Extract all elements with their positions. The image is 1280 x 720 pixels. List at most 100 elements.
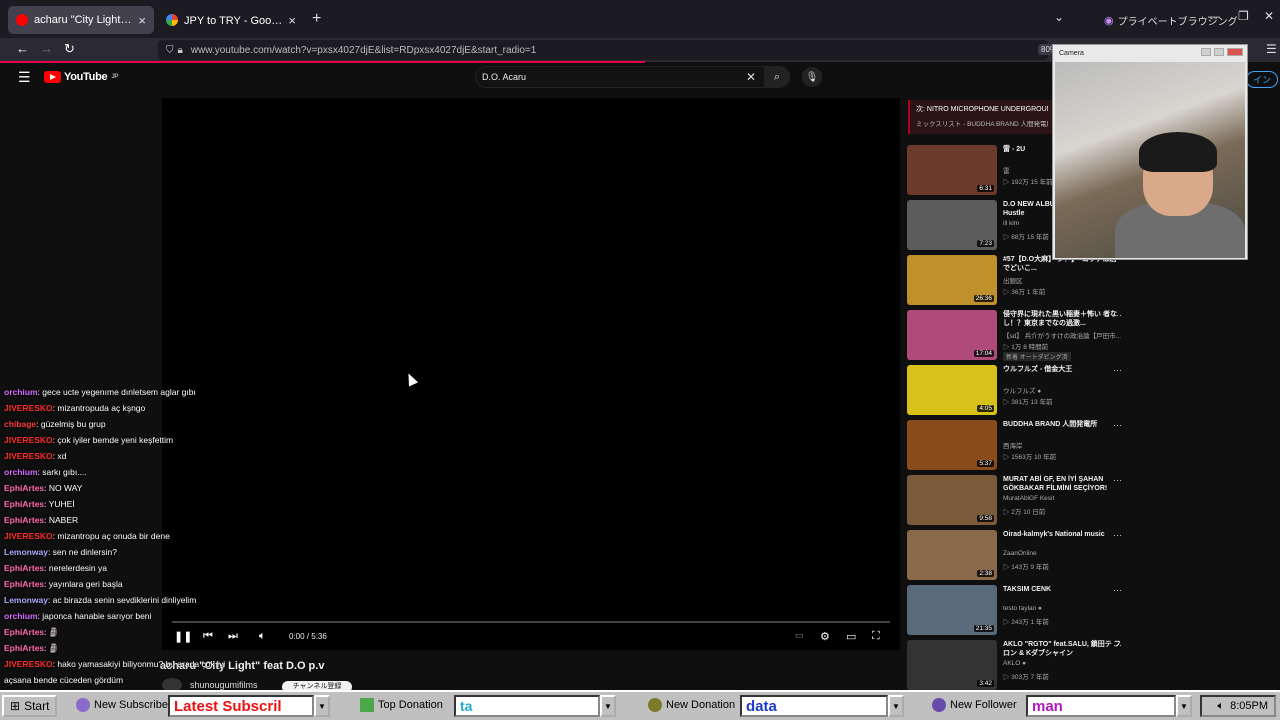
recommended-channel[interactable]: ill kim — [1003, 220, 1019, 227]
new-follower-label: New Follower — [950, 699, 1017, 711]
youtube-favicon-icon — [16, 14, 28, 26]
speaker-icon[interactable]: 🔈︎ — [1217, 700, 1224, 713]
chevron-down-icon: ▼ — [1180, 701, 1188, 711]
taskbar: ⊞ Start New Subscriber Latest Subscril ▼… — [0, 690, 1280, 720]
recommended-title[interactable]: 侵守界に現れた黒い稲妻＋怖い 者なし！？東京までなの過激... — [1003, 310, 1123, 328]
hamburger-menu-icon[interactable]: ☰ — [1266, 42, 1277, 56]
maximize-icon[interactable]: ❐ — [1238, 9, 1249, 23]
video-thumbnail[interactable]: 2:38 — [907, 530, 997, 580]
new-follower-item[interactable]: New Follower — [932, 698, 1017, 712]
window-close-icon[interactable]: ✕ — [1264, 9, 1274, 23]
recommended-video[interactable]: 3:42 AKLO "RGTO" feat.SALU, 鎖田テ フロン & Kダブ… — [907, 640, 1137, 690]
more-options-icon[interactable]: ⋯ — [1113, 585, 1122, 596]
recommended-meta: ▷ 1563万 10 年前 — [1003, 454, 1057, 461]
chat-text: : 🗿 — [44, 627, 60, 637]
new-donation-item[interactable]: New Donation — [648, 698, 735, 712]
lock-icon[interactable]: 🔒︎ — [178, 45, 183, 56]
fullscreen-icon[interactable]: ⛶ — [872, 630, 880, 643]
recommended-title[interactable]: BUDDHA BRAND 人間発電所 — [1003, 420, 1123, 429]
recommended-video[interactable]: 26:36#57【D.O大麻】 シ！】「コッチは店でどいこ...出銀区▷ 36万… — [907, 255, 1137, 305]
new-subscriber-item[interactable]: New Subscriber — [76, 698, 172, 712]
recommended-channel[interactable]: 西海岸 — [1003, 440, 1023, 450]
more-options-icon[interactable]: ⋯ — [1113, 640, 1122, 651]
recommended-title[interactable]: MURAT ABİ GF, EN İYİ ŞAHAN GÖKBAKAR FİLM… — [1003, 475, 1123, 493]
recommended-channel[interactable]: AKLO ● — [1003, 660, 1026, 667]
top-donation-dropdown[interactable]: ▼ — [600, 695, 616, 717]
sign-in-button[interactable]: イン — [1246, 71, 1279, 88]
new-subscriber-label: New Subscriber — [94, 699, 172, 711]
recommended-title[interactable]: ウルフルズ - 借金大王 — [1003, 365, 1123, 374]
video-thumbnail[interactable]: 3:42 — [907, 640, 997, 690]
close-tab-icon[interactable]: × — [138, 13, 146, 28]
video-thumbnail[interactable]: 21:35 — [907, 585, 997, 635]
video-duration: 9:58 — [977, 515, 994, 522]
video-thumbnail[interactable]: 26:36 — [907, 255, 997, 305]
camera-minimize-icon[interactable] — [1201, 48, 1211, 56]
close-tab-icon[interactable]: × — [288, 13, 296, 28]
camera-window[interactable]: Camera — [1052, 44, 1248, 260]
forward-arrow-icon[interactable]: → — [40, 41, 53, 56]
recommended-video[interactable]: 2:38 Oirad-kalmyk's National music ZaanOnl… — [907, 530, 1137, 580]
more-options-icon[interactable]: ⋯ — [1113, 365, 1122, 376]
recommended-channel[interactable]: MuratAbiGF Kesit — [1003, 495, 1054, 502]
recommended-title[interactable]: AKLO "RGTO" feat.SALU, 鎖田テ フロン & Kダブシャイン — [1003, 640, 1123, 658]
guide-menu-icon[interactable]: ☰ — [18, 69, 31, 86]
new-donation-field[interactable]: data — [740, 695, 888, 717]
recommended-channel[interactable]: ZaanOnline — [1003, 550, 1037, 557]
captions-icon[interactable]: ▭ — [795, 630, 804, 641]
youtube-logo[interactable]: YouTube JP — [44, 71, 118, 83]
search-input[interactable]: D.O. Acaru ✕ — [475, 66, 765, 88]
camera-close-icon[interactable] — [1227, 48, 1243, 56]
minimize-icon[interactable]: — — [1208, 9, 1220, 23]
system-tray: 🔈︎ 8:05PM — [1200, 695, 1276, 717]
recommended-channel[interactable]: 出銀区 — [1003, 275, 1023, 285]
shield-icon[interactable]: ⛉ — [166, 45, 174, 56]
recommended-video[interactable]: 17:04 侵守界に現れた黒い稲妻＋怖い 者なし！？東京までなの過激... 【sd】… — [907, 310, 1137, 361]
up-next-mix[interactable]: 次: NITRO MICROPHONE UNDERGROUND ミックスリスト … — [908, 100, 1054, 134]
recommended-video[interactable]: 9:58 MURAT ABİ GF, EN İYİ ŞAHAN GÖKBAKAR … — [907, 475, 1137, 525]
address-bar[interactable]: ⛉ 🔒︎ www.youtube.com/watch?v=pxsx4027djE… — [158, 40, 1048, 60]
recommended-title[interactable]: TAKSIM CENK — [1003, 585, 1123, 594]
search-button[interactable]: ⌕ — [764, 66, 790, 88]
list-tabs-icon[interactable]: ⌄ — [1054, 10, 1064, 24]
recommended-channel[interactable]: 雷 — [1003, 165, 1010, 175]
recommended-video[interactable]: 4:05 ウルフルズ - 借金大王 ウルフルズ ● ▷ 381万 13 年前 ⋯ — [907, 365, 1137, 415]
start-button[interactable]: ⊞ Start — [2, 695, 58, 717]
top-donation-item[interactable]: Top Donation — [360, 698, 443, 712]
voice-search-button[interactable]: 🎙︎ — [802, 67, 822, 87]
camera-maximize-icon[interactable] — [1214, 48, 1224, 56]
video-thumbnail[interactable]: 4:05 — [907, 365, 997, 415]
theater-mode-icon[interactable]: ▭ — [846, 630, 856, 643]
tab-google[interactable]: JPY to TRY - Google 検索 × — [158, 6, 304, 34]
video-thumbnail[interactable]: 17:04 — [907, 310, 997, 360]
more-options-icon[interactable]: ⋯ — [1113, 420, 1122, 431]
recommended-video[interactable]: 5:37 BUDDHA BRAND 人間発電所 西海岸 ▷ 1563万 10 年前 ⋯ — [907, 420, 1137, 470]
video-thumbnail[interactable]: 6:31 — [907, 145, 997, 195]
recommended-channel[interactable]: testo taylan ● — [1003, 605, 1042, 612]
more-options-icon[interactable]: ⋯ — [1113, 530, 1122, 541]
latest-subscriber-dropdown[interactable]: ▼ — [314, 695, 330, 717]
new-tab-icon[interactable]: + — [312, 10, 321, 28]
top-donation-field[interactable]: ta — [454, 695, 600, 717]
tab-youtube[interactable]: acharu "City Light" feat D.O × — [8, 6, 154, 34]
chat-text: : hako yamasakiyi biliyonmu? bu arada ço… — [52, 659, 226, 669]
more-options-icon[interactable]: ⋯ — [1113, 475, 1122, 486]
new-donation-dropdown[interactable]: ▼ — [888, 695, 904, 717]
new-follower-dropdown[interactable]: ▼ — [1176, 695, 1192, 717]
recommended-channel[interactable]: ウルフルズ ● — [1003, 385, 1041, 395]
more-options-icon[interactable]: ⋯ — [1113, 310, 1122, 321]
recommended-title[interactable]: Oirad-kalmyk's National music — [1003, 530, 1123, 539]
new-follower-field[interactable]: man — [1026, 695, 1176, 717]
back-arrow-icon[interactable]: ← — [16, 41, 29, 56]
reload-icon[interactable]: ↻ — [64, 41, 75, 57]
clear-search-icon[interactable]: ✕ — [746, 70, 756, 84]
tab-title: acharu "City Light" feat D.O — [34, 14, 132, 26]
recommended-channel[interactable]: 【sd】 兵介がうすけの政治論【戸田市... — [1003, 330, 1121, 340]
video-thumbnail[interactable]: 9:58 — [907, 475, 997, 525]
video-thumbnail[interactable]: 5:37 — [907, 420, 997, 470]
settings-gear-icon[interactable]: ⚙ — [820, 630, 830, 643]
video-thumbnail[interactable]: 7:23 — [907, 200, 997, 250]
latest-subscriber-field[interactable]: Latest Subscril — [168, 695, 314, 717]
microphone-icon: 🎙︎ — [805, 71, 819, 83]
recommended-video[interactable]: 21:35 TAKSIM CENK testo taylan ● ▷ 243万 1 年… — [907, 585, 1137, 635]
